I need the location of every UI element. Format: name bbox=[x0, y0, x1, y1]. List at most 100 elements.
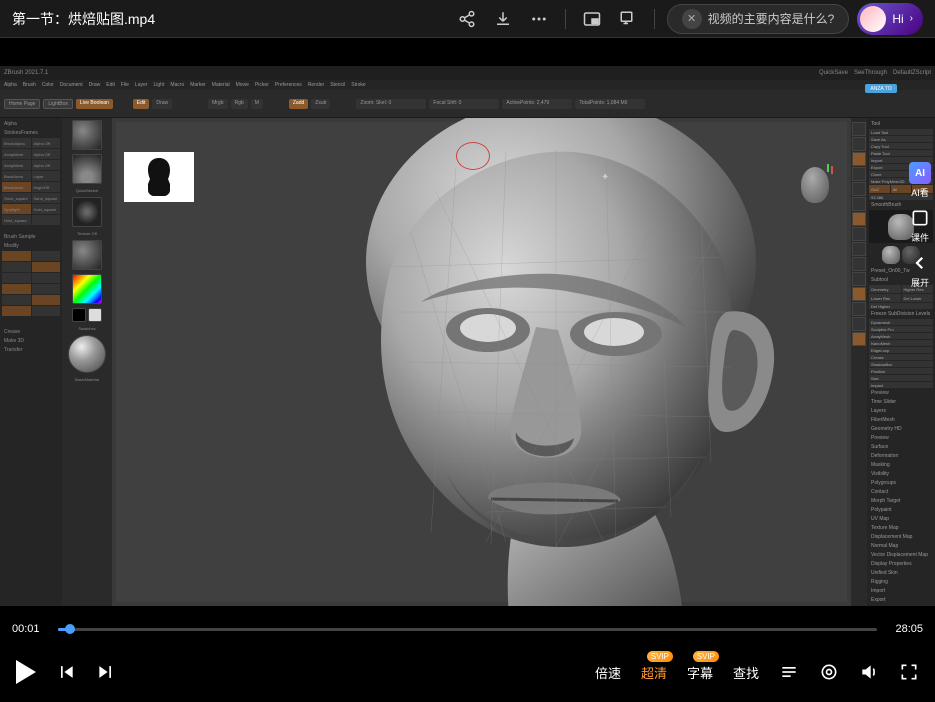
rtool-item[interactable] bbox=[852, 302, 866, 316]
rtool-item[interactable] bbox=[852, 272, 866, 286]
menu-file[interactable]: File bbox=[121, 82, 129, 88]
rlabel-preview[interactable]: Preview bbox=[869, 389, 933, 397]
rlabel-layers[interactable]: Layers bbox=[869, 407, 933, 415]
texture-thumb[interactable] bbox=[72, 240, 102, 270]
rtool-item[interactable] bbox=[852, 137, 866, 151]
menu-edit[interactable]: Edit bbox=[106, 82, 115, 88]
pip-icon[interactable] bbox=[578, 5, 606, 33]
left-cell[interactable] bbox=[32, 273, 61, 283]
progress-bar[interactable] bbox=[58, 628, 877, 631]
prev-button[interactable] bbox=[56, 662, 76, 682]
cast-icon[interactable] bbox=[614, 5, 642, 33]
rbtn-goz[interactable]: GoZ bbox=[869, 185, 890, 193]
menu-draw[interactable]: Draw bbox=[89, 82, 101, 88]
menu-macro[interactable]: Macro bbox=[170, 82, 184, 88]
play-button[interactable] bbox=[16, 660, 36, 684]
tab-draw[interactable]: Draw bbox=[152, 99, 172, 109]
left-cell[interactable] bbox=[2, 284, 31, 294]
menu-stroke[interactable]: Stroke bbox=[351, 82, 365, 88]
volume-icon[interactable] bbox=[859, 662, 879, 682]
rlabel-fibermesh[interactable]: FiberMesh bbox=[869, 416, 933, 424]
quality-button[interactable]: 超清 SVIP bbox=[641, 663, 667, 682]
zb-canvas[interactable]: ✦ bbox=[112, 118, 851, 606]
left-cell[interactable]: BrushArea bbox=[2, 182, 31, 192]
rbtn-edgeloop[interactable]: EdgeLoop bbox=[869, 347, 933, 353]
menu-marker[interactable]: Marker bbox=[190, 82, 206, 88]
tab-zsub[interactable]: Zsub bbox=[311, 99, 330, 109]
rlabel-normalmap[interactable]: Normal Map bbox=[869, 542, 933, 550]
rbtn-sculptris[interactable]: Sculptris Pro bbox=[869, 326, 933, 332]
left-cell[interactable]: Hold_square bbox=[2, 215, 31, 225]
tab-rgb[interactable]: Rgb bbox=[231, 99, 248, 109]
left-cell[interactable]: Alpha Off bbox=[32, 138, 61, 148]
rlabel-deformation[interactable]: Deformation bbox=[869, 452, 933, 460]
swatch-white[interactable] bbox=[88, 308, 102, 322]
rtool-item[interactable] bbox=[852, 332, 866, 346]
left-cell[interactable]: BrushAlpha bbox=[2, 138, 31, 148]
rtool-item[interactable] bbox=[852, 167, 866, 181]
rbtn-shadowbox[interactable]: ShadowBox bbox=[869, 361, 933, 367]
rlabel-morph[interactable]: Morph Target bbox=[869, 497, 933, 505]
alpha-thumb[interactable] bbox=[72, 197, 102, 227]
rlabel-geometryhd[interactable]: Geometry HD bbox=[869, 425, 933, 433]
rbtn-nanomesh[interactable]: NanoMesh bbox=[869, 340, 933, 346]
menu-prefs[interactable]: Preferences bbox=[275, 82, 302, 88]
rlabel-import[interactable]: Import bbox=[869, 587, 933, 595]
rbtn-size[interactable]: Size bbox=[869, 375, 933, 381]
rlabel-uvmap[interactable]: UV Map bbox=[869, 515, 933, 523]
left-cell[interactable]: Hold_square bbox=[32, 204, 61, 214]
playlist-icon[interactable] bbox=[779, 662, 799, 682]
tab-liveboolean[interactable]: Live Boolean bbox=[76, 99, 113, 109]
left-cell[interactable]: Alpha Off bbox=[32, 149, 61, 159]
tab-homepage[interactable]: Home Page bbox=[4, 99, 40, 109]
download-icon[interactable] bbox=[489, 5, 517, 33]
rtool-item[interactable] bbox=[852, 212, 866, 226]
rlabel-visibility[interactable]: Visibility bbox=[869, 470, 933, 478]
rbtn-dellower[interactable]: Del Lower bbox=[902, 294, 934, 302]
left-cell[interactable] bbox=[32, 295, 61, 305]
menu-layer[interactable]: Layer bbox=[135, 82, 148, 88]
rlabel-rigging[interactable]: Rigging bbox=[869, 578, 933, 586]
rlabel-surface[interactable]: Surface bbox=[869, 443, 933, 451]
rtool-item[interactable] bbox=[852, 227, 866, 241]
progress-handle[interactable] bbox=[65, 624, 75, 634]
swatch-black[interactable] bbox=[72, 308, 86, 322]
more-icon[interactable] bbox=[525, 5, 553, 33]
assistant-pill[interactable]: Hi › bbox=[857, 3, 923, 35]
next-button[interactable] bbox=[96, 662, 116, 682]
search-button[interactable]: 查找 bbox=[733, 663, 759, 682]
transfer-label[interactable]: Transfer bbox=[2, 346, 60, 354]
rtool-item[interactable] bbox=[852, 287, 866, 301]
menu-material[interactable]: Material bbox=[212, 82, 230, 88]
rbtn-dynamesh[interactable]: Dynamesh bbox=[869, 319, 933, 325]
rbtn-geometry[interactable]: Geometry bbox=[869, 285, 901, 293]
left-cell[interactable]: ArrayMesh bbox=[2, 149, 31, 159]
tool-thumb[interactable] bbox=[882, 246, 900, 264]
rbtn-crease[interactable]: Crease bbox=[869, 354, 933, 360]
subtitle-button[interactable]: 字幕 SVIP bbox=[687, 663, 713, 682]
make3d-label[interactable]: Make 3D bbox=[2, 337, 60, 345]
rlabel-texmap[interactable]: Texture Map bbox=[869, 524, 933, 532]
rbtn-copy[interactable]: Copy Tool bbox=[869, 143, 933, 149]
left-cell[interactable]: ArrayMesh bbox=[2, 160, 31, 170]
reference-card[interactable] bbox=[124, 152, 194, 202]
rbtn-arraymesh[interactable]: ArrayMesh bbox=[869, 333, 933, 339]
share-icon[interactable] bbox=[453, 5, 481, 33]
left-cell[interactable] bbox=[2, 295, 31, 305]
menu-color[interactable]: Color bbox=[42, 82, 54, 88]
settings-icon[interactable] bbox=[819, 662, 839, 682]
courseware-button[interactable]: 课件 bbox=[909, 207, 931, 244]
rlabel-polypaint[interactable]: Polypaint bbox=[869, 506, 933, 514]
left-cell[interactable]: Spotlight bbox=[2, 204, 31, 214]
left-cell[interactable] bbox=[2, 306, 31, 316]
left-cell[interactable]: BrushArea bbox=[2, 171, 31, 181]
rtool-item[interactable] bbox=[852, 197, 866, 211]
expand-button[interactable]: 展开 bbox=[909, 252, 931, 289]
close-icon[interactable]: ✕ bbox=[682, 9, 702, 29]
tab-lightbox[interactable]: LightBox bbox=[43, 99, 72, 109]
left-cell[interactable] bbox=[32, 262, 61, 272]
rbtn-delhigher[interactable]: Del Higher bbox=[869, 303, 933, 309]
tab-mrgb[interactable]: Mrgb bbox=[208, 99, 227, 109]
rtool-item[interactable] bbox=[852, 242, 866, 256]
menu-movie[interactable]: Movie bbox=[236, 82, 249, 88]
